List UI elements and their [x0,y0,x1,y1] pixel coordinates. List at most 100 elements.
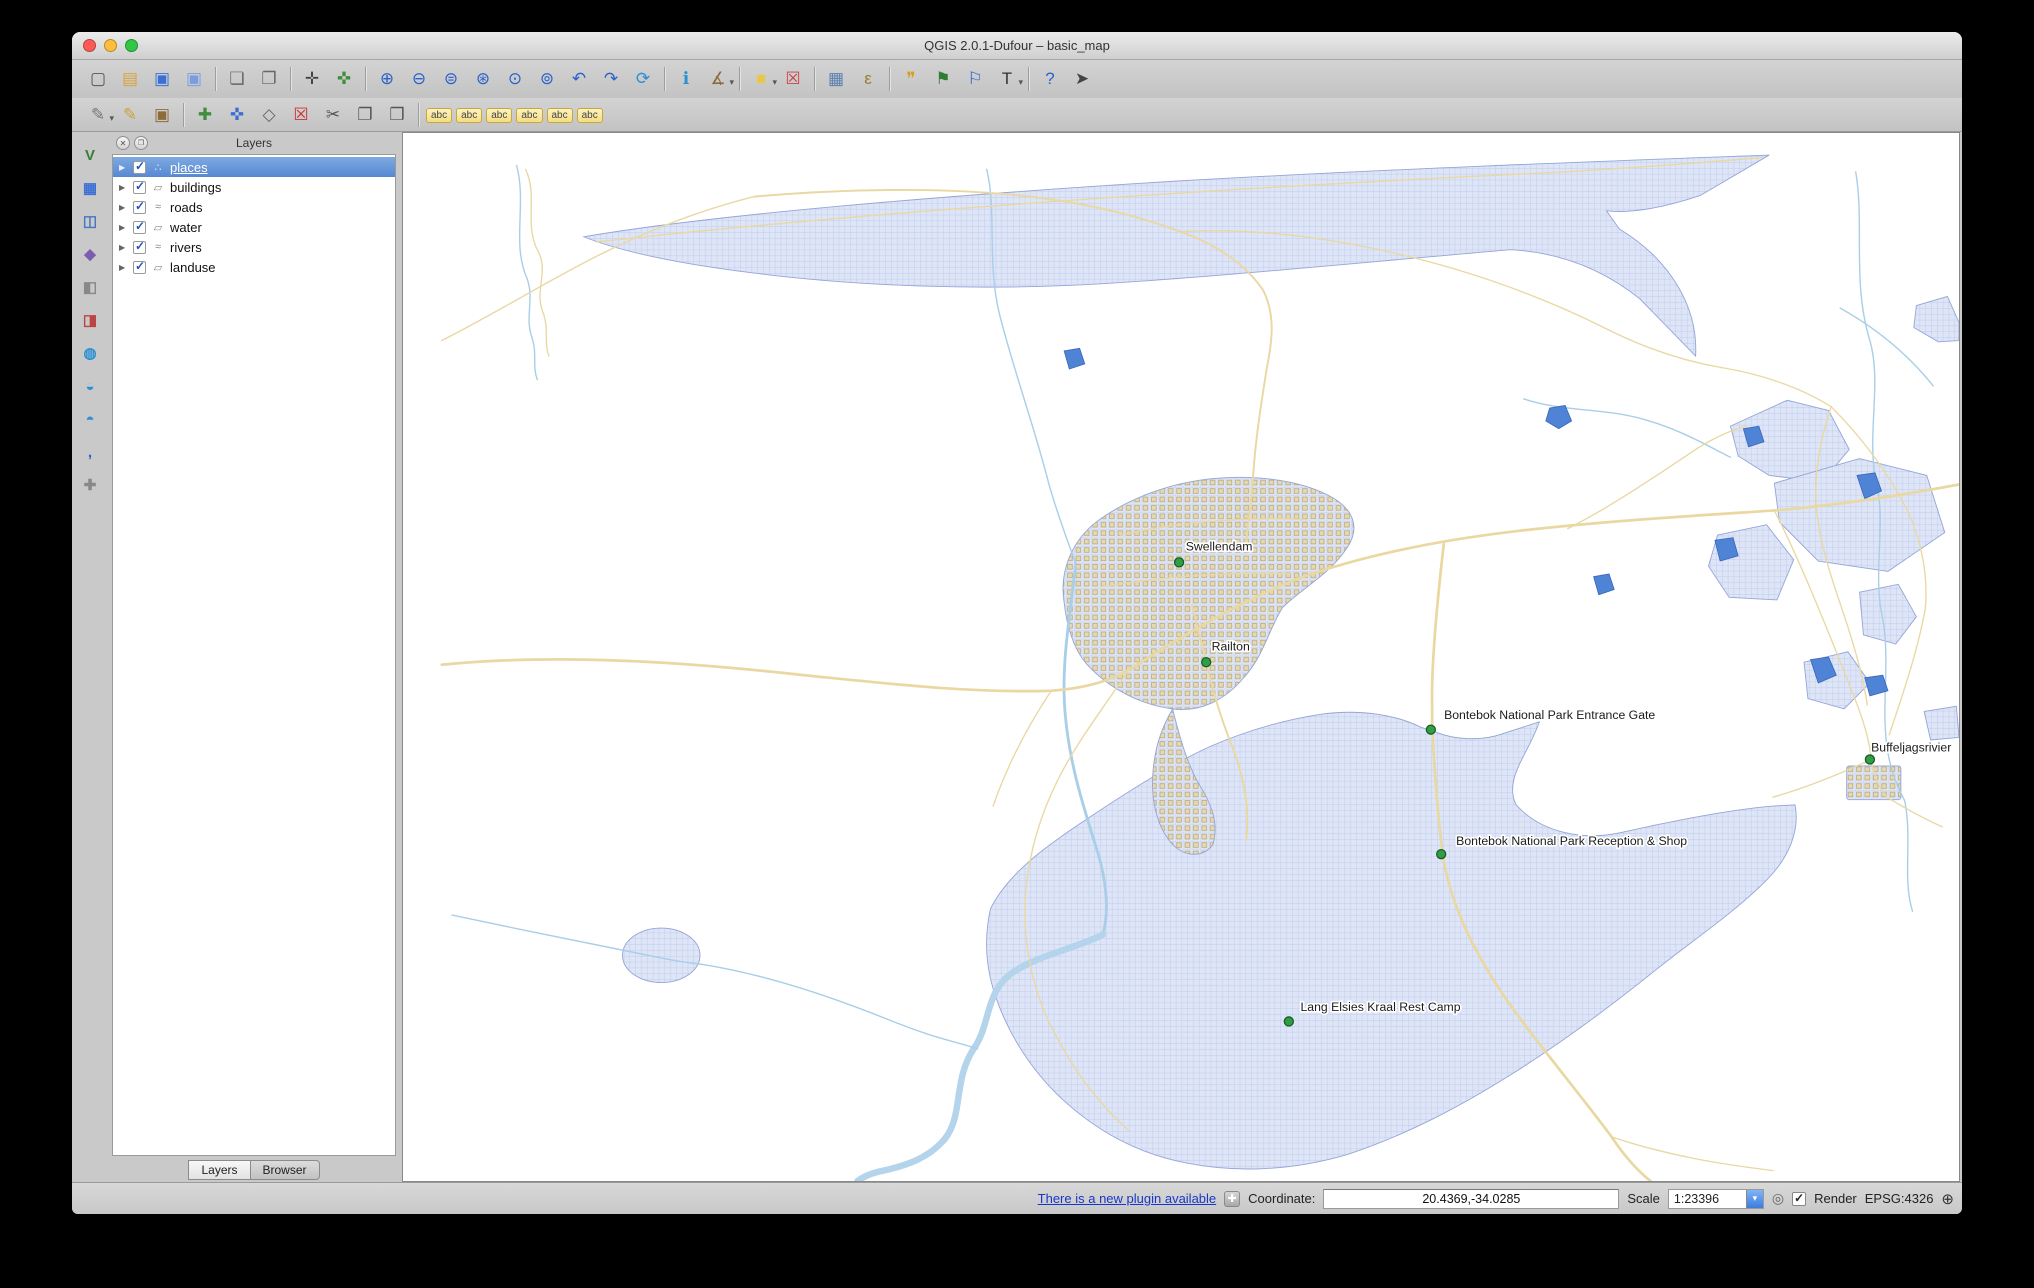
toolbar-separator [739,67,740,91]
add-postgis-layer-button[interactable]: ◫ [76,208,104,234]
label-rotate-button[interactable]: abc [546,102,573,128]
scale-dropdown-button[interactable] [1745,1189,1763,1208]
layer-row-water[interactable]: ▱ water [113,217,395,237]
save-project-button[interactable]: ▣ [146,65,178,93]
field-calculator-button[interactable]: ε [852,65,884,93]
label-properties-button[interactable]: abc [576,102,603,128]
expand-arrow-icon[interactable] [119,163,128,172]
whats-this-button[interactable]: ➤ [1066,65,1098,93]
panel-close-button[interactable] [116,136,130,150]
label-pin-button[interactable]: abc [456,102,483,128]
toolbar-separator [365,67,366,91]
plugin-available-link[interactable]: There is a new plugin available [1038,1191,1217,1206]
expand-arrow-icon[interactable] [119,203,128,212]
zoom-full-button[interactable]: ⊛ [467,65,499,93]
move-feature-button[interactable]: ✜ [221,101,253,129]
layer-row-places[interactable]: ∴ places [113,157,395,177]
text-annotation-button[interactable]: T [991,65,1023,96]
expand-arrow-icon[interactable] [119,183,128,192]
zoom-next-button[interactable]: ↷ [595,65,627,93]
label-move-button[interactable]: abc [516,102,543,128]
new-project-button[interactable]: ▢ [82,65,114,93]
node-tool-button[interactable]: ◇ [253,101,285,129]
layer-checkbox[interactable] [133,259,146,274]
refresh-icon: ⟳ [635,69,651,88]
new-bookmark-button[interactable]: ⚑ [927,65,959,93]
zoom-last-button[interactable]: ↶ [563,65,595,93]
tab-browser[interactable]: Browser [250,1160,320,1180]
tab-layers[interactable]: Layers [188,1160,251,1180]
expand-arrow-icon[interactable] [119,243,128,252]
delete-selected-button[interactable]: ☒ [285,101,317,129]
zoom-to-selection-button[interactable]: ⊙ [499,65,531,93]
open-project-button[interactable]: ▤ [114,65,146,93]
add-spatialite-layer-button[interactable]: ◆ [76,241,104,267]
composer-manager-button[interactable]: ❐ [253,65,285,93]
scale-combo[interactable]: 1:23396 [1667,1188,1764,1209]
close-button[interactable] [83,39,96,52]
pan-map-button[interactable]: ✛ [296,65,328,93]
copy-features-button[interactable]: ❐ [349,101,381,129]
layer-checkbox[interactable] [133,239,146,254]
zoom-in-button[interactable]: ⊕ [371,65,403,93]
zoom-button[interactable] [125,39,138,52]
layer-checkbox[interactable] [133,219,146,234]
layer-checkbox[interactable] [133,199,146,214]
add-wfs-layer-button[interactable]: ◓ [76,406,104,432]
add-wms-layer-icon: ◍ [83,345,97,362]
identify-button[interactable]: ℹ [670,65,702,93]
save-project-as-icon: ▣ [185,69,203,88]
paste-features-button[interactable]: ❒ [381,101,413,129]
new-composer-button[interactable]: ❏ [221,65,253,93]
zoom-out-button[interactable]: ⊖ [403,65,435,93]
expand-arrow-icon[interactable] [119,223,128,232]
render-label: Render [1814,1191,1857,1206]
labeling-button[interactable]: abc [426,102,453,128]
toggle-editing-button[interactable]: ✎ [114,101,146,129]
select-features-button[interactable]: ■ [745,65,777,96]
panel-float-button[interactable] [134,136,148,150]
add-feature-button[interactable]: ✚ [189,101,221,129]
layer-row-buildings[interactable]: ▱ buildings [113,177,395,197]
add-mssql-layer-button[interactable]: ◧ [76,274,104,300]
save-layer-edits-button[interactable]: ▣ [146,101,178,129]
minimize-button[interactable] [104,39,117,52]
expand-arrow-icon[interactable] [119,263,128,272]
add-vector-layer-button[interactable]: V [76,142,104,168]
add-oracle-layer-button[interactable]: ◨ [76,307,104,333]
magnifier-icon [1772,1190,1784,1207]
add-wms-layer-button[interactable]: ◍ [76,340,104,366]
layer-row-landuse[interactable]: ▱ landuse [113,257,395,277]
save-project-as-button[interactable]: ▣ [178,65,210,93]
current-edits-button[interactable]: ✎ [82,101,114,132]
zoom-to-layer-button[interactable]: ⊚ [531,65,563,93]
deselect-features-button[interactable]: ☒ [777,65,809,93]
new-shapefile-layer-button[interactable]: ✚ [76,472,104,498]
layer-checkbox[interactable] [133,179,146,194]
map-tips-button[interactable]: ❞ [895,65,927,93]
layer-row-rivers[interactable]: ≈ rivers [113,237,395,257]
add-wcs-layer-button[interactable]: ◒ [76,373,104,399]
titlebar[interactable]: QGIS 2.0.1-Dufour – basic_map [72,32,1962,60]
label-show-hide-button[interactable]: abc [486,102,513,128]
add-postgis-layer-icon: ◫ [82,213,98,230]
zoom-actual-button[interactable]: ⊜ [435,65,467,93]
render-checkbox[interactable] [1792,1191,1807,1206]
map-canvas[interactable]: Swellendam Railton Bontebok National Par… [402,132,1960,1182]
refresh-button[interactable]: ⟳ [627,65,659,93]
layer-row-roads[interactable]: ≈ roads [113,197,395,217]
add-raster-layer-button[interactable]: ▦ [76,175,104,201]
crs-status-button[interactable] [1941,1190,1954,1208]
coordinate-input[interactable] [1323,1188,1620,1209]
show-bookmarks-button[interactable]: ⚐ [959,65,991,93]
layer-checkbox[interactable] [133,159,146,174]
measure-button[interactable]: ∡ [702,65,734,96]
help-button[interactable]: ? [1034,65,1066,93]
show-bookmarks-icon: ⚐ [967,69,983,88]
add-delimited-text-layer-button[interactable]: , [76,439,104,465]
pan-to-selection-button[interactable]: ✜ [328,65,360,93]
cut-features-button[interactable]: ✂ [317,101,349,129]
pan-map-icon: ✛ [304,69,320,88]
attribute-table-button[interactable]: ▦ [820,65,852,93]
layer-type-icon: ▱ [153,221,163,234]
